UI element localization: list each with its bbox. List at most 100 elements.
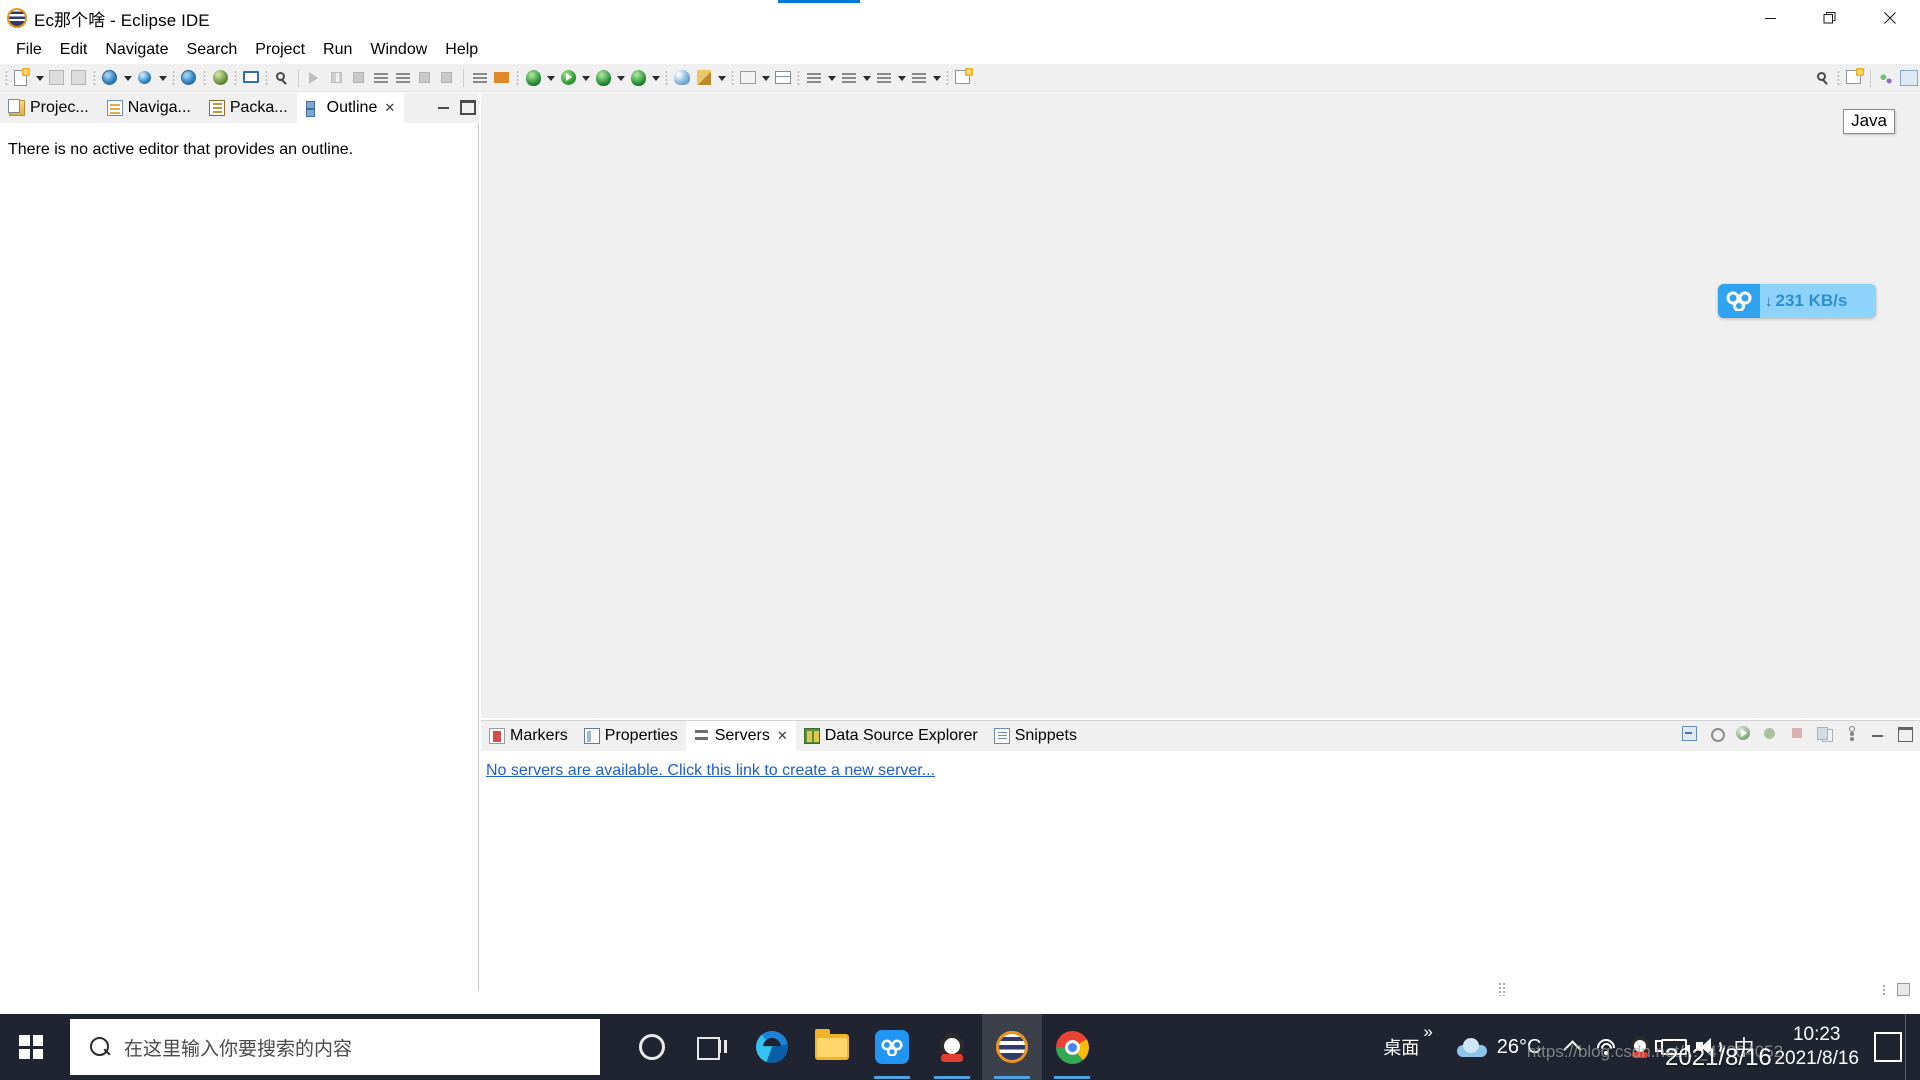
new-java-package-icon[interactable] xyxy=(671,67,693,89)
toolbar-grip[interactable] xyxy=(514,68,521,87)
toolbar-grip[interactable] xyxy=(663,68,670,87)
pin-editor-icon[interactable] xyxy=(952,67,974,89)
tab-snippets[interactable]: Snippets xyxy=(986,721,1085,751)
minimize-view-icon[interactable] xyxy=(1869,724,1887,742)
taskbar-baidu-netdisk-button[interactable] xyxy=(862,1014,922,1080)
taskbar-chrome-button[interactable] xyxy=(1042,1014,1102,1080)
save-icon[interactable] xyxy=(46,67,68,89)
open-task-icon[interactable] xyxy=(772,67,794,89)
maximize-view-icon[interactable] xyxy=(459,98,476,115)
menu-help[interactable]: Help xyxy=(436,39,487,61)
coverage-dropdown[interactable] xyxy=(649,67,662,89)
close-button[interactable] xyxy=(1860,0,1920,36)
previous-edit-icon[interactable] xyxy=(873,67,895,89)
perspective-java-icon[interactable] xyxy=(1898,67,1920,89)
run-icon[interactable] xyxy=(557,67,579,89)
tray-qq-button[interactable] xyxy=(1623,1014,1657,1080)
tab-properties[interactable]: Properties xyxy=(576,721,686,751)
debug-dropdown[interactable] xyxy=(614,67,627,89)
restore-button[interactable] xyxy=(1800,0,1860,36)
toolbar-grip[interactable] xyxy=(1835,68,1842,87)
toolbar-grip[interactable] xyxy=(170,68,177,87)
menu-search[interactable]: Search xyxy=(178,39,247,61)
baidu-netdisk-speed-widget[interactable]: ↓ 231 KB/s xyxy=(1718,284,1876,318)
minimize-view-icon[interactable] xyxy=(437,98,451,112)
menu-run[interactable]: Run xyxy=(314,39,361,61)
maximize-view-icon[interactable] xyxy=(1896,724,1914,742)
tab-servers[interactable]: Servers ✕ xyxy=(685,721,796,751)
drop-to-frame-icon[interactable] xyxy=(436,67,458,89)
start-button[interactable] xyxy=(0,1014,62,1080)
tab-close-icon[interactable]: ✕ xyxy=(777,728,788,744)
terminate-icon[interactable] xyxy=(348,67,370,89)
save-all-icon[interactable] xyxy=(68,67,90,89)
run-dropdown[interactable] xyxy=(579,67,592,89)
taskbar-file-explorer-button[interactable] xyxy=(802,1014,862,1080)
taskbar-clock[interactable]: 10:23 2021/8/16 xyxy=(1762,1023,1871,1071)
show-desktop-button[interactable] xyxy=(1905,1014,1912,1080)
quick-access-search-icon[interactable] xyxy=(1812,67,1834,89)
tab-package-explorer[interactable]: Packa... xyxy=(200,93,297,123)
toolbar-grip[interactable] xyxy=(232,68,239,87)
taskbar-eclipse-button[interactable] xyxy=(982,1014,1042,1080)
resume-icon[interactable] xyxy=(304,67,326,89)
console-icon[interactable] xyxy=(240,67,262,89)
tab-navigator[interactable]: Naviga... xyxy=(98,93,200,123)
tray-show-hidden-button[interactable] xyxy=(1555,1014,1589,1080)
debug-server-icon[interactable] xyxy=(1707,724,1725,742)
next-edit-dropdown[interactable] xyxy=(930,67,943,89)
new-web-project-icon[interactable] xyxy=(99,67,121,89)
publish-server-icon[interactable] xyxy=(1815,724,1833,742)
toolbar-grip[interactable] xyxy=(201,68,208,87)
toolbar-grip[interactable] xyxy=(795,68,802,87)
stop-server-icon[interactable] xyxy=(1788,724,1806,742)
taskbar-cortana-button[interactable] xyxy=(622,1014,682,1080)
menu-window[interactable]: Window xyxy=(361,39,436,61)
new-wizard-icon[interactable] xyxy=(11,67,33,89)
external-tools-icon[interactable] xyxy=(522,67,544,89)
collapse-all-icon[interactable] xyxy=(1680,724,1698,742)
view-menu-icon[interactable] xyxy=(1842,724,1860,742)
next-annotation-icon[interactable] xyxy=(491,67,513,89)
toolbar-grip[interactable] xyxy=(263,68,270,87)
new-java-class-dropdown[interactable] xyxy=(715,67,728,89)
tray-battery-button[interactable] xyxy=(1655,1014,1691,1080)
open-perspective-icon[interactable] xyxy=(1843,67,1865,89)
tray-ime-indicator[interactable]: 中 xyxy=(1725,1032,1762,1062)
menu-edit[interactable]: Edit xyxy=(51,39,97,61)
skip-breakpoints-icon[interactable] xyxy=(271,67,293,89)
tray-network-button[interactable] xyxy=(1589,1014,1623,1080)
debug-launch-icon[interactable] xyxy=(209,67,231,89)
open-type-dropdown[interactable] xyxy=(759,67,772,89)
step-over-icon[interactable] xyxy=(392,67,414,89)
tray-volume-button[interactable] xyxy=(1691,1014,1725,1080)
taskbar-task-view-button[interactable] xyxy=(682,1014,742,1080)
tab-outline[interactable]: Outline ✕ xyxy=(296,93,405,123)
external-tools-dropdown[interactable] xyxy=(544,67,557,89)
toolbar-grip[interactable] xyxy=(944,68,951,87)
suspend-icon[interactable] xyxy=(326,67,348,89)
menu-project[interactable]: Project xyxy=(246,39,314,61)
toolbar-grip[interactable] xyxy=(3,68,10,87)
perspective-javaee-icon[interactable] xyxy=(1876,67,1898,89)
tab-project-explorer[interactable]: Projec... xyxy=(0,93,98,123)
open-web-browser-icon[interactable] xyxy=(178,67,200,89)
new-server-icon[interactable] xyxy=(134,67,156,89)
new-java-class-icon[interactable] xyxy=(693,67,715,89)
new-server-dropdown[interactable] xyxy=(156,67,169,89)
create-new-server-link[interactable]: No servers are available. Click this lin… xyxy=(486,762,935,780)
open-type-icon[interactable] xyxy=(737,67,759,89)
tab-data-source-explorer[interactable]: Data Source Explorer xyxy=(796,721,986,751)
coverage-icon[interactable] xyxy=(627,67,649,89)
tab-close-icon[interactable]: ✕ xyxy=(384,100,395,116)
back-icon[interactable] xyxy=(803,67,825,89)
step-into-icon[interactable] xyxy=(370,67,392,89)
menu-file[interactable]: File xyxy=(7,39,51,61)
step-return-icon[interactable] xyxy=(414,67,436,89)
tray-action-center-button[interactable] xyxy=(1871,1014,1905,1080)
toggle-markers-icon[interactable] xyxy=(469,67,491,89)
new-web-project-dropdown[interactable] xyxy=(121,67,134,89)
start-server-icon[interactable] xyxy=(1734,724,1752,742)
toolbar-grip[interactable] xyxy=(729,68,736,87)
taskbar-qq-button[interactable] xyxy=(922,1014,982,1080)
